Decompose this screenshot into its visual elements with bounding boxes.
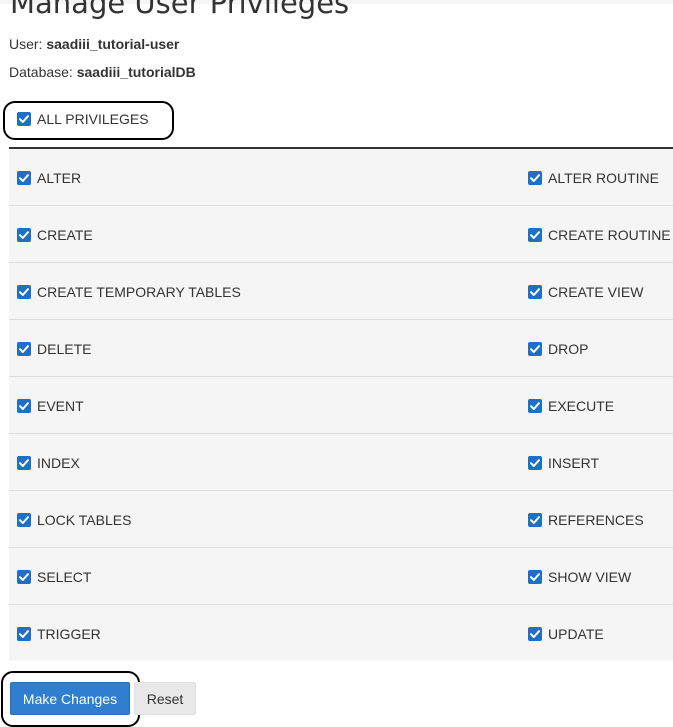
database-value: saadiii_tutorialDB [76,64,196,80]
privilege-label: INDEX [37,455,80,471]
checkmark-icon [530,231,540,239]
privilege-checkbox[interactable] [528,171,542,185]
privilege-checkbox[interactable] [528,228,542,242]
privileges-table: ALTER ALTER ROUTINE CREATE CREATE ROUTINE CR… [9,147,673,661]
privilege-label: DELETE [37,341,92,357]
privilege-row: DELETE DROP [9,320,673,377]
privilege-option[interactable]: DROP [528,340,588,358]
privilege-option[interactable]: CREATE TEMPORARY TABLES [17,283,241,301]
privilege-label: SELECT [37,569,92,585]
checkmark-icon [530,573,540,581]
privilege-label: INSERT [548,455,600,471]
privilege-row: INDEX INSERT [9,434,673,491]
privilege-option[interactable]: EVENT [17,397,84,415]
privilege-checkbox[interactable] [17,456,31,470]
privilege-option[interactable]: CREATE ROUTINE [528,226,671,244]
checkmark-icon [530,345,540,353]
database-label: Database: [9,64,73,80]
checkmark-icon [530,630,540,638]
privilege-option[interactable]: EXECUTE [528,397,614,415]
privilege-label: CREATE [37,227,93,243]
checkmark-icon [530,288,540,296]
privilege-row: SELECT SHOW VIEW [9,548,673,605]
privilege-option[interactable]: CREATE [17,226,93,244]
privilege-label: TRIGGER [37,626,101,642]
privilege-option[interactable]: INDEX [17,454,80,472]
privilege-checkbox[interactable] [528,570,542,584]
checkmark-icon [530,516,540,524]
privilege-checkbox[interactable] [528,456,542,470]
privilege-checkbox[interactable] [528,342,542,356]
privilege-option[interactable]: ALTER [17,169,81,187]
privilege-checkbox[interactable] [17,570,31,584]
privilege-label: CREATE ROUTINE [548,227,671,243]
checkmark-icon [19,516,29,524]
checkmark-icon [530,174,540,182]
privilege-label: DROP [548,341,589,357]
privilege-label: ALTER [37,170,82,186]
privilege-checkbox[interactable] [528,513,542,527]
privilege-label: REFERENCES [548,512,644,528]
privilege-checkbox[interactable] [17,228,31,242]
privilege-checkbox[interactable] [17,399,31,413]
privilege-option[interactable]: TRIGGER [17,625,101,643]
user-value: saadiii_tutorial-user [46,36,180,52]
checkmark-icon [19,231,29,239]
privilege-option[interactable]: SELECT [17,568,91,586]
privilege-option[interactable]: DELETE [17,340,91,358]
privilege-checkbox[interactable] [17,627,31,641]
checkmark-icon [530,459,540,467]
privilege-label: ALTER ROUTINE [548,170,659,186]
privilege-label: CREATE TEMPORARY TABLES [37,284,241,300]
user-label: User: [9,36,43,52]
privilege-option[interactable]: UPDATE [528,625,604,643]
privilege-row: TRIGGER UPDATE [9,605,673,661]
checkmark-icon [19,402,29,410]
privilege-label: UPDATE [548,626,604,642]
all-privileges-checkbox[interactable] [17,112,31,126]
checkmark-icon [19,573,29,581]
privilege-option[interactable]: INSERT [528,454,599,472]
privilege-option[interactable]: REFERENCES [528,511,644,529]
privilege-checkbox[interactable] [528,399,542,413]
privilege-row: EVENT EXECUTE [9,377,673,434]
privilege-label: CREATE VIEW [548,284,644,300]
privilege-label: EVENT [37,398,84,414]
privilege-row: ALTER ALTER ROUTINE [9,149,673,206]
privilege-option[interactable]: ALTER ROUTINE [528,169,659,187]
database-info: Database: saadiii_tutorialDB [9,63,196,81]
page-title: Manage User Privileges [10,0,350,20]
checkmark-icon [530,402,540,410]
privilege-row: CREATE TEMPORARY TABLES CREATE VIEW [9,263,673,320]
privilege-label: SHOW VIEW [548,569,632,585]
privilege-label: EXECUTE [548,398,615,414]
privilege-row: LOCK TABLES REFERENCES [9,491,673,548]
checkmark-icon [19,630,29,638]
all-privileges-option[interactable]: ALL PRIVILEGES [17,110,149,128]
checkmark-icon [19,174,29,182]
make-changes-button[interactable]: Make Changes [10,682,130,715]
privilege-checkbox[interactable] [528,285,542,299]
checkmark-icon [19,459,29,467]
privilege-option[interactable]: LOCK TABLES [17,511,131,529]
user-info: User: saadiii_tutorial-user [9,35,179,53]
privilege-checkbox[interactable] [17,342,31,356]
privilege-label: LOCK TABLES [37,512,132,528]
privilege-checkbox[interactable] [17,513,31,527]
privilege-option[interactable]: CREATE VIEW [528,283,643,301]
privilege-option[interactable]: SHOW VIEW [528,568,631,586]
privilege-checkbox[interactable] [17,171,31,185]
checkmark-icon [19,115,29,123]
privilege-checkbox[interactable] [528,627,542,641]
privilege-row: CREATE CREATE ROUTINE [9,206,673,263]
checkmark-icon [19,345,29,353]
all-privileges-label: ALL PRIVILEGES [37,111,149,127]
checkmark-icon [19,288,29,296]
reset-button[interactable]: Reset [134,682,196,715]
privilege-checkbox[interactable] [17,285,31,299]
